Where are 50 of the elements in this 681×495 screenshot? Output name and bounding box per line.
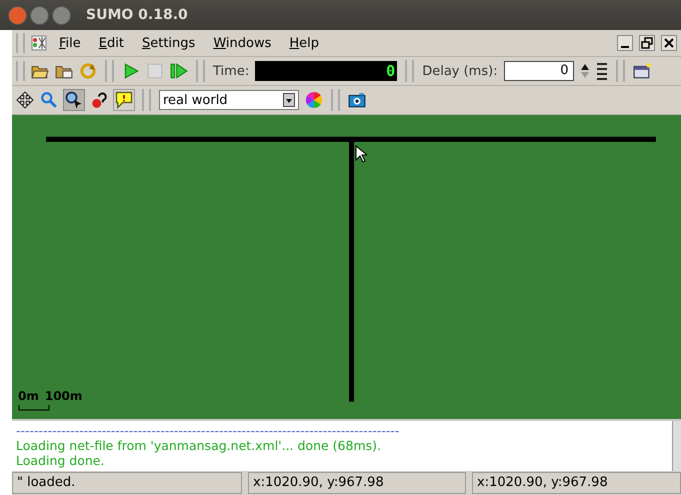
- menu-item[interactable]: File: [53, 36, 87, 50]
- camera-icon[interactable]: [348, 91, 366, 109]
- color-wheel-icon[interactable]: [305, 91, 323, 109]
- minimize-icon[interactable]: [617, 35, 633, 51]
- maximize-button[interactable]: [52, 6, 71, 24]
- locate-icon[interactable]: [64, 90, 84, 110]
- help-icon[interactable]: [90, 91, 108, 109]
- menu-item[interactable]: Help: [283, 36, 326, 50]
- network-canvas[interactable]: 0m 100m: [12, 115, 681, 419]
- toolbar-grip[interactable]: [16, 61, 25, 81]
- toolbar-grip[interactable]: [142, 89, 151, 111]
- time-display: 0: [255, 61, 398, 81]
- toolbar-grip[interactable]: [405, 60, 414, 82]
- restore-icon[interactable]: [639, 35, 655, 51]
- scale-bar-icon: [18, 405, 50, 411]
- step-icon[interactable]: [170, 62, 188, 80]
- scheme-dropdown[interactable]: real world: [159, 90, 299, 110]
- scrollbar[interactable]: [672, 421, 681, 471]
- log-message: Loading net-file from 'yanmansag.net.xml'... done (68ms).: [16, 438, 382, 453]
- toolbar-grip[interactable]: [616, 60, 625, 82]
- time-label: Time:: [213, 64, 250, 78]
- search-icon[interactable]: [40, 91, 58, 109]
- close-button[interactable]: [8, 6, 27, 24]
- scale-label: 100m: [44, 389, 82, 403]
- status-field: x:1020.90, y:967.98: [248, 472, 466, 494]
- reload-icon[interactable]: [79, 62, 97, 80]
- separator-line: -------------------------------------------------------------------------------------: [16, 423, 400, 438]
- log-message: Loading done.: [16, 453, 106, 468]
- menu-item[interactable]: Windows: [207, 36, 278, 50]
- minimize-button[interactable]: [30, 6, 49, 24]
- delay-label: Delay (ms):: [422, 64, 498, 78]
- app-icon: [31, 35, 47, 51]
- toolbar-grip[interactable]: [16, 33, 25, 53]
- toolbar-grip[interactable]: [331, 89, 340, 111]
- scale-label: 0m: [18, 389, 39, 403]
- move-arrows-icon[interactable]: [16, 91, 34, 109]
- status-field: x:1020.90, y:967.98: [472, 472, 681, 494]
- speech-bubble-icon[interactable]: [114, 90, 134, 110]
- close-icon[interactable]: [661, 35, 677, 51]
- slider-icon[interactable]: [596, 61, 608, 81]
- mouse-pointer-icon: [355, 145, 367, 163]
- window-title: SUMO 0.18.0: [86, 7, 188, 23]
- toolbar-grip[interactable]: [105, 60, 114, 82]
- toolbar-grip[interactable]: [196, 60, 205, 82]
- new-window-icon[interactable]: [632, 62, 651, 80]
- delay-field[interactable]: 0: [504, 61, 574, 81]
- menu-item[interactable]: Edit: [92, 36, 130, 50]
- play-icon[interactable]: [122, 62, 140, 80]
- status-field: " loaded.: [12, 472, 242, 494]
- menu-item[interactable]: Settings: [136, 36, 202, 50]
